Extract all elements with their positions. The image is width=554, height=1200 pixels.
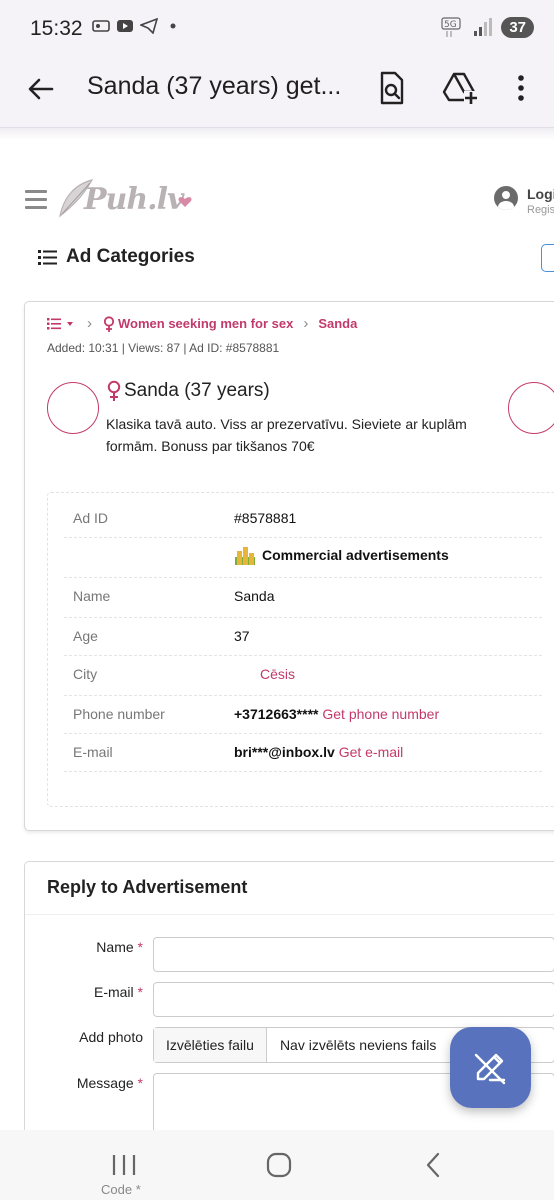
email-field[interactable] — [153, 982, 554, 1017]
detail-value: #8578881 — [234, 510, 297, 526]
network-5g-icon: 5G — [441, 17, 461, 37]
detail-row-phone: Phone number +3712663**** Get phone numb… — [64, 696, 542, 734]
register-label: Regis — [527, 204, 554, 216]
divider — [25, 914, 554, 915]
get-email-link[interactable]: Get e-mail — [339, 744, 404, 760]
detail-row-name: Name Sanda — [64, 578, 542, 618]
notification-icons — [92, 18, 182, 34]
email-label: E-mail * — [93, 984, 143, 1000]
heart-icon — [178, 197, 192, 207]
female-icon — [107, 380, 121, 401]
dot-icon — [170, 23, 176, 29]
login-label: Logi — [527, 186, 554, 202]
avatar-secondary[interactable] — [508, 382, 554, 434]
detail-value: 37 — [234, 628, 250, 644]
city-link[interactable]: Cēsis — [260, 666, 295, 682]
name-label: Name * — [96, 939, 143, 955]
youtube-icon — [117, 20, 133, 32]
detail-value: +3712663**** Get phone number — [234, 706, 439, 722]
reply-title: Reply to Advertisement — [47, 877, 248, 897]
code-label: Code * — [101, 1182, 141, 1197]
detail-label: E-mail — [73, 744, 113, 760]
svg-text:5G: 5G — [444, 20, 457, 30]
ad-title-text: Sanda (37 years) — [124, 380, 270, 401]
ad-card: › Women seeking men for sex › Sanda Adde… — [24, 301, 554, 831]
get-phone-link[interactable]: Get phone number — [322, 706, 439, 722]
phone-masked: +3712663**** — [234, 706, 319, 722]
add-to-drive-icon[interactable] — [442, 70, 478, 106]
choose-file-button[interactable]: Izvēlēties failu — [154, 1028, 267, 1062]
vpn-key-icon — [92, 20, 110, 32]
logo-text: Puh.lv — [84, 182, 184, 217]
battery-indicator: 37 — [501, 16, 534, 38]
status-right: 5G 37 — [441, 16, 534, 38]
filter-button[interactable] — [541, 244, 554, 272]
categories-title: Ad Categories — [66, 246, 195, 267]
chevron-right-icon: › — [87, 315, 92, 332]
page-top-shadow — [0, 128, 554, 140]
detail-row-commercial: Commercial advertisements — [64, 538, 542, 578]
status-time: 15:32 — [30, 17, 83, 40]
more-vert-icon[interactable] — [506, 70, 536, 106]
detail-label: Age — [73, 628, 98, 644]
back-icon[interactable] — [416, 1150, 452, 1180]
signal-icon — [474, 18, 493, 36]
web-page: Puh.lv Logi Regis Ad Categories › Women … — [0, 128, 554, 1130]
home-icon[interactable] — [261, 1150, 297, 1180]
site-logo[interactable]: Puh.lv — [56, 178, 196, 220]
detail-row-email: E-mail bri***@inbox.lv Get e-mail — [64, 734, 542, 772]
commercial-label: Commercial advertisements — [262, 547, 449, 563]
photo-label: Add photo — [79, 1029, 143, 1045]
name-field[interactable] — [153, 937, 554, 972]
edit-fab-button[interactable] — [450, 1027, 531, 1108]
account-circle-icon — [494, 186, 518, 210]
commercial-badge: Commercial advertisements — [234, 543, 449, 567]
email-masked: bri***@inbox.lv — [234, 744, 335, 760]
detail-row-ad-id: Ad ID #8578881 — [64, 500, 542, 538]
ad-meta: Added: 10:31 | Views: 87 | Ad ID: #85788… — [47, 341, 280, 355]
recents-icon[interactable] — [106, 1150, 142, 1180]
system-nav-bar: Code * — [0, 1130, 554, 1200]
page-title: Sanda (37 years) get... — [87, 72, 342, 100]
list-icon — [38, 250, 57, 265]
avatar[interactable] — [47, 382, 99, 434]
breadcrumb: › Women seeking men for sex › Sanda — [47, 315, 357, 332]
ad-title: Sanda (37 years) — [106, 380, 270, 402]
message-label: Message * — [76, 1075, 143, 1091]
status-bar: 15:32 5G 37 — [0, 0, 554, 58]
ad-categories-header[interactable]: Ad Categories — [38, 246, 195, 268]
login-link[interactable]: Logi Regis — [494, 186, 554, 216]
detail-label: City — [73, 666, 98, 682]
find-in-page-icon[interactable] — [374, 70, 410, 106]
breadcrumb-current[interactable]: Sanda — [318, 316, 357, 331]
detail-row-city: City Cēsis — [64, 656, 542, 696]
menu-icon[interactable] — [25, 190, 47, 209]
detail-label: Phone number — [73, 706, 165, 722]
no-file-text: Nav izvēlēts neviens fails — [279, 1037, 437, 1053]
edit-pen-icon — [474, 1053, 506, 1085]
back-arrow-icon[interactable] — [24, 72, 58, 106]
detail-row-age: Age 37 — [64, 618, 542, 656]
detail-label: Name — [73, 588, 111, 604]
breadcrumb-category-link[interactable]: Women seeking men for sex — [118, 316, 293, 331]
telegram-icon — [140, 18, 158, 34]
app-bar: Sanda (37 years) get... — [0, 58, 554, 128]
money-stack-icon — [235, 547, 255, 565]
ad-details-table: Ad ID #8578881 Commercial advertisements… — [47, 492, 554, 807]
chevron-right-icon: › — [303, 315, 309, 332]
detail-value: bri***@inbox.lv Get e-mail — [234, 744, 403, 760]
detail-value: Sanda — [234, 588, 275, 604]
female-icon — [103, 315, 115, 332]
categories-dropdown-icon[interactable] — [47, 317, 77, 331]
detail-label: Ad ID — [73, 510, 109, 526]
ad-description: Klasika tavā auto. Viss ar prezervatīvu.… — [106, 416, 467, 454]
